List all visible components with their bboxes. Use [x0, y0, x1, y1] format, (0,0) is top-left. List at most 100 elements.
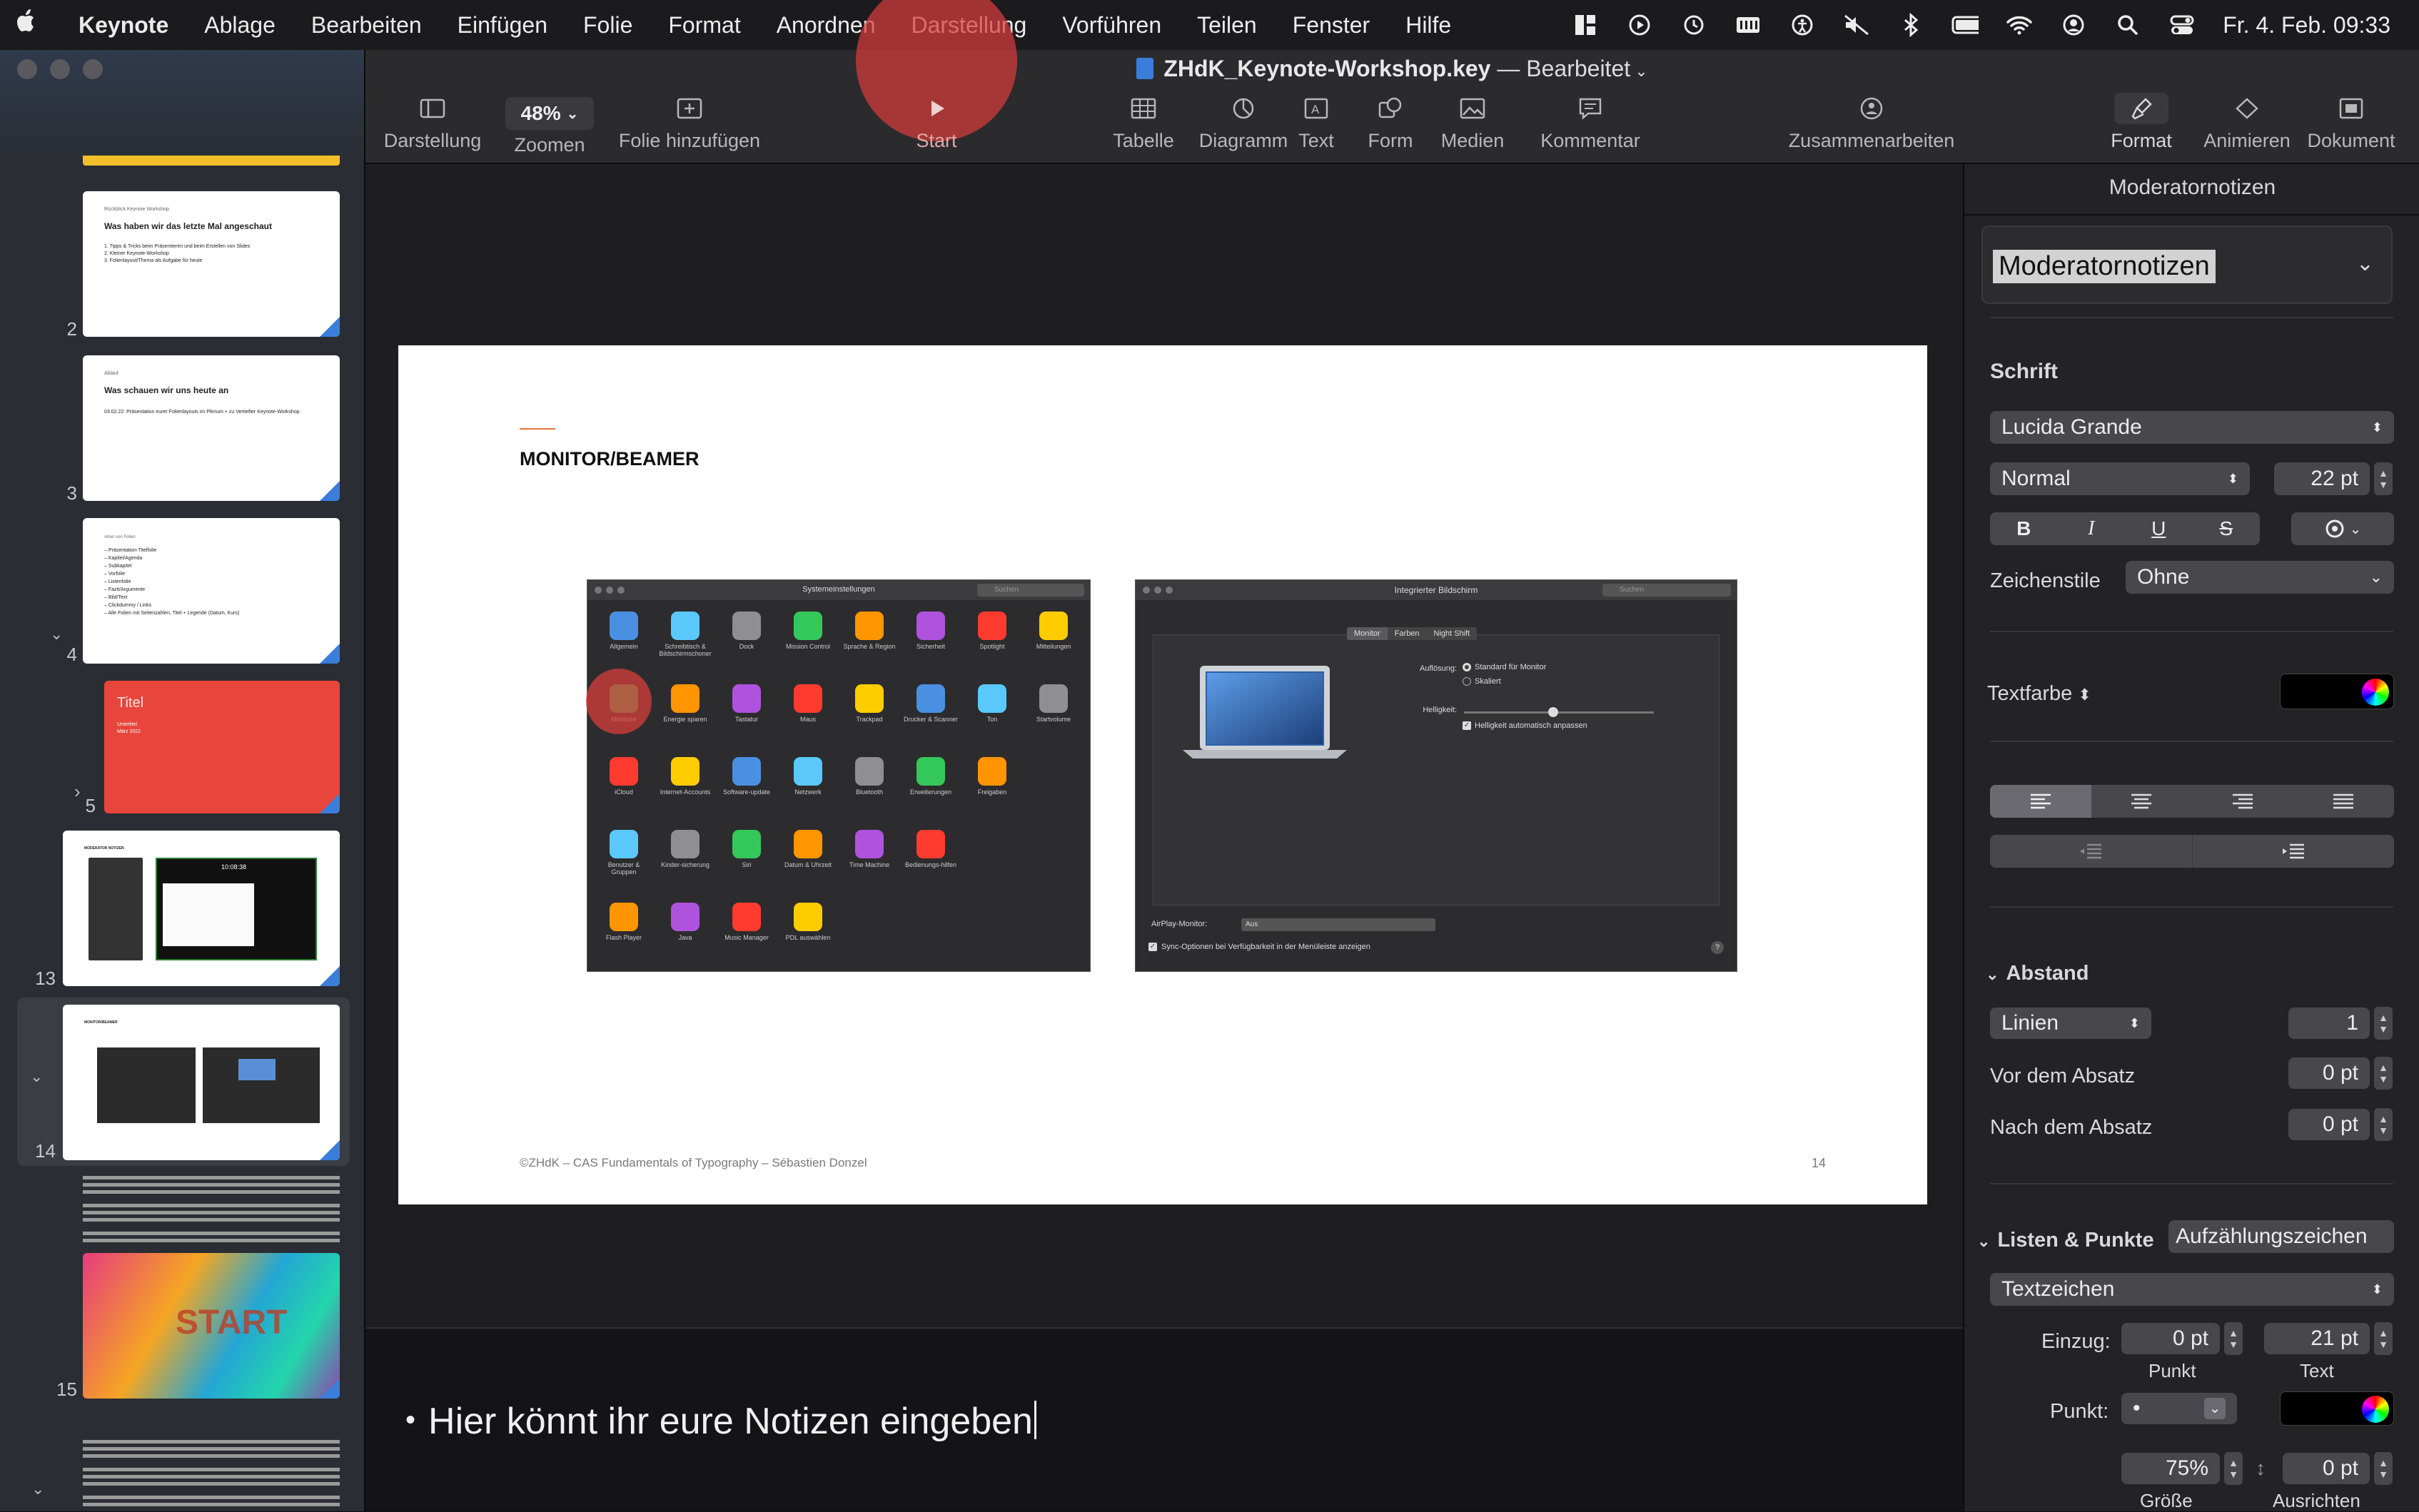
spacing-stepper[interactable]: ▲ ▼: [2374, 1007, 2393, 1040]
bullet-type-select[interactable]: Textzeichen ⬍: [1990, 1273, 2394, 1306]
syspref-pane[interactable]: Java: [655, 903, 716, 975]
notes-text[interactable]: Hier könnt ihr eure Notizen eingeben: [428, 1401, 1033, 1442]
underline-button[interactable]: U: [2125, 512, 2193, 545]
syspref-pane[interactable]: Kinder-sicherung: [655, 830, 716, 903]
res-radio-standard[interactable]: Standard für Monitor: [1463, 663, 1546, 671]
view-button[interactable]: Darstellung: [383, 93, 483, 152]
control-center-icon[interactable]: [2168, 13, 2196, 37]
menu-fenster[interactable]: Fenster: [1275, 12, 1388, 39]
animate-button[interactable]: Animieren: [2197, 93, 2297, 152]
menu-format[interactable]: Format: [650, 12, 758, 39]
sync-checkbox[interactable]: ✓ Sync-Optionen bei Verfügbarkeit in der …: [1148, 943, 1370, 951]
syspref-pane[interactable]: Schreibtisch & Bildschirmschoner: [655, 612, 716, 684]
syspref-pane[interactable]: Music Manager: [716, 903, 777, 975]
font-family-select[interactable]: Lucida Grande ⬍: [1990, 411, 2394, 444]
menubar-clock[interactable]: Fr. 4. Feb. 09:33: [2223, 12, 2390, 39]
before-paragraph-field[interactable]: 0 pt: [2288, 1057, 2370, 1089]
slide-thumbnail-14[interactable]: MONITOR/BEAMER: [63, 1005, 340, 1160]
menu-bearbeiten[interactable]: Bearbeiten: [293, 12, 440, 39]
decrease-indent-button[interactable]: [1990, 835, 2193, 868]
paragraph-style-popup[interactable]: Moderatornotizen ⌄: [1981, 225, 2393, 304]
help-icon[interactable]: ?: [1711, 941, 1724, 954]
menu-folie[interactable]: Folie: [565, 12, 650, 39]
slide-thumbnail-1[interactable]: [83, 156, 340, 166]
syspref-pane[interactable]: iCloud: [593, 757, 655, 830]
res-radio-scaled[interactable]: Skaliert: [1463, 677, 1501, 686]
brightness-slider[interactable]: [1464, 707, 1654, 717]
menu-ablage[interactable]: Ablage: [186, 12, 293, 39]
text-color-label[interactable]: Textfarbe ⬍: [1987, 682, 2091, 706]
bullet-size-field[interactable]: 75%: [2121, 1453, 2220, 1484]
media-button[interactable]: Medien: [1433, 93, 1512, 152]
before-paragraph-stepper[interactable]: ▲ ▼: [2374, 1057, 2393, 1090]
syspref-pane[interactable]: Bluetooth: [839, 757, 900, 830]
syspref-pane[interactable]: Freigaben: [961, 757, 1023, 830]
display-prefs-screenshot[interactable]: Integrierter Bildschirm Suchen Monitor F…: [1135, 579, 1737, 972]
document-button[interactable]: Dokument: [2301, 93, 2401, 152]
spacing-mode-select[interactable]: Linien ⬍: [1990, 1008, 2151, 1039]
italic-button[interactable]: I: [2058, 512, 2126, 545]
slide-thumbnail-3[interactable]: Ablauf Was schauen wir uns heute an 03.0…: [83, 355, 340, 501]
char-styles-select[interactable]: Ohne ⌄: [2126, 561, 2394, 594]
font-size-field[interactable]: 22 pt: [2274, 462, 2370, 495]
window-title[interactable]: ZHdK_Keynote-Workshop.key — Bearbeitet ⌄: [365, 56, 2419, 82]
text-button[interactable]: A Text: [1281, 93, 1352, 152]
syspref-pane[interactable]: Dock: [716, 612, 777, 684]
syspref-pane[interactable]: Ton: [961, 684, 1023, 757]
play-status-icon[interactable]: [1626, 13, 1653, 37]
window-layout-icon[interactable]: [1572, 13, 1599, 37]
strikethrough-button[interactable]: S: [2193, 512, 2261, 545]
tab-farben[interactable]: Farben: [1387, 627, 1427, 640]
spacing-value-field[interactable]: 1: [2288, 1008, 2370, 1039]
bold-button[interactable]: B: [1990, 512, 2058, 545]
increase-indent-button[interactable]: [2193, 835, 2395, 868]
slide-title[interactable]: MONITOR/BEAMER: [520, 448, 700, 470]
list-style-select[interactable]: Aufzählungszeichen: [2168, 1220, 2394, 1253]
bullet-char-select[interactable]: • ⌄: [2121, 1393, 2237, 1424]
syspref-pane[interactable]: Startvolume: [1023, 684, 1084, 757]
spotlight-icon[interactable]: [2114, 13, 2141, 37]
current-slide[interactable]: MONITOR/BEAMER Systemeinstellungen Suche…: [398, 345, 1927, 1204]
font-weight-select[interactable]: Normal ⬍: [1990, 462, 2250, 495]
shape-button[interactable]: Form: [1355, 93, 1426, 152]
wifi-icon[interactable]: [2006, 13, 2033, 37]
notes-bullet-line[interactable]: • Hier könnt ihr eure Notizen eingeben: [405, 1400, 1036, 1443]
comment-button[interactable]: Kommentar: [1519, 93, 1662, 152]
syspref-pane[interactable]: Sprache & Region: [839, 612, 900, 684]
close-window-button[interactable]: [17, 59, 37, 79]
color-wheel-icon[interactable]: [2362, 1396, 2389, 1423]
syspref-pane[interactable]: Tastatur: [716, 684, 777, 757]
syspref-pane[interactable]: Trackpad: [839, 684, 900, 757]
presenter-notes[interactable]: • Hier könnt ihr eure Notizen eingeben: [365, 1327, 1963, 1511]
justify-button[interactable]: [2293, 785, 2395, 818]
skipped-slides-group[interactable]: [83, 1440, 340, 1510]
font-size-stepper[interactable]: ▲ ▼: [2374, 462, 2393, 495]
table-button[interactable]: Tabelle: [1094, 93, 1193, 152]
collapse-group-chevron-icon[interactable]: ⌄: [50, 625, 63, 644]
spacing-section-toggle[interactable]: ⌄ Abstand: [1986, 962, 2089, 985]
syspref-pane[interactable]: Software-update: [716, 757, 777, 830]
slide-page-number[interactable]: 14: [1812, 1156, 1826, 1171]
accessibility-icon[interactable]: [1789, 13, 1816, 37]
syspref-pane[interactable]: Siri: [716, 830, 777, 903]
indent-text-field[interactable]: 21 pt: [2264, 1323, 2370, 1354]
after-paragraph-stepper[interactable]: ▲ ▼: [2374, 1108, 2393, 1141]
slide-thumbnail-2[interactable]: Rückblick Keynote Workshop Was haben wir…: [83, 191, 340, 337]
indent-point-stepper[interactable]: ▲ ▼: [2224, 1322, 2243, 1355]
syspref-pane[interactable]: Mission Control: [777, 612, 839, 684]
syspref-pane[interactable]: Bedienungs-hilfen: [900, 830, 961, 903]
slide-thumbnail-13[interactable]: MODERATOR NOTIZEN 10:08:38: [63, 831, 340, 986]
align-right-button[interactable]: [2192, 785, 2293, 818]
menu-einfuegen[interactable]: Einfügen: [440, 12, 565, 39]
tab-monitor[interactable]: Monitor: [1347, 627, 1388, 640]
syspref-pane[interactable]: Datum & Uhrzeit: [777, 830, 839, 903]
collaborate-button[interactable]: Zusammenarbeiten: [1779, 93, 1964, 152]
syspref-pane[interactable]: Mitteilungen: [1023, 612, 1084, 684]
syspref-pane[interactable]: PDL auswählen: [777, 903, 839, 975]
syspref-pane[interactable]: Benutzer & Gruppen: [593, 830, 655, 903]
collapse-group-chevron-icon[interactable]: ⌄: [30, 1067, 43, 1086]
syspref-pane[interactable]: Sicherheit: [900, 612, 961, 684]
auto-brightness-checkbox[interactable]: ✓ Helligkeit automatisch anpassen: [1463, 721, 1587, 730]
syspref-screenshot[interactable]: Systemeinstellungen Suchen Allgemein Schr…: [586, 579, 1091, 975]
bullet-align-field[interactable]: 0 pt: [2283, 1453, 2370, 1484]
